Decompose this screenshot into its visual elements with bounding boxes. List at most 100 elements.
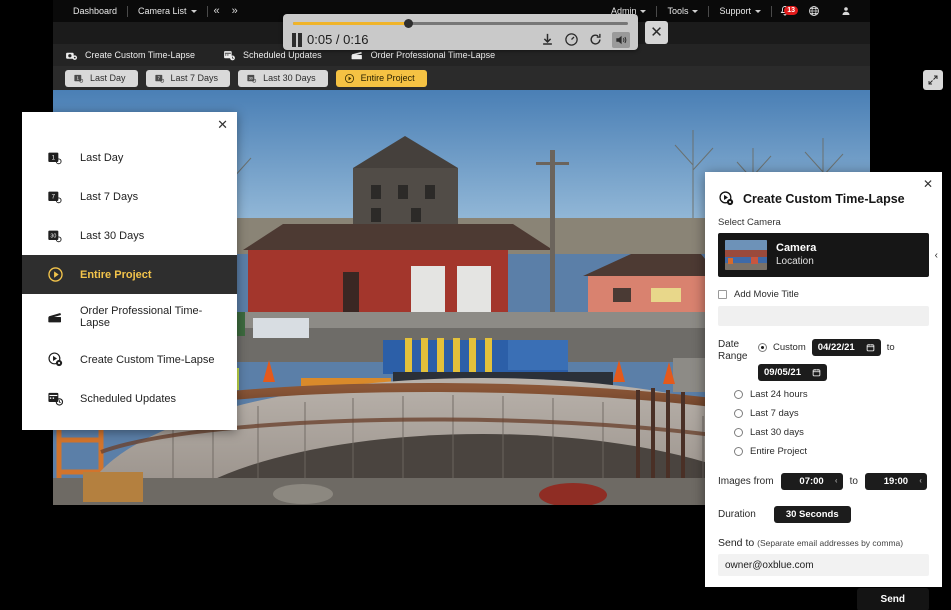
date-option-last-24-hours[interactable]: Last 24 hours <box>718 389 929 400</box>
menu-item-last-day-label: Last Day <box>80 151 124 164</box>
panel-close-button[interactable]: ✕ <box>923 178 933 190</box>
chevron-down-icon <box>692 9 699 13</box>
date-from-value: 04/22/21 <box>817 342 855 353</box>
playback-time-display: 0:05 / 0:16 <box>307 32 369 47</box>
calendar-1-icon: 1 <box>74 74 84 83</box>
menu-item-create-custom-time-lapse[interactable]: Create Custom Time-Lapse <box>22 340 237 379</box>
download-button[interactable] <box>540 32 555 47</box>
tab-last-day-label: Last Day <box>90 73 126 83</box>
date-range-controls: Custom 04/22/21 to 09/05/21 <box>758 339 929 381</box>
media-icon-group <box>540 31 630 48</box>
tab-last-30-days[interactable]: 30 Last 30 Days <box>238 69 328 87</box>
download-icon <box>543 33 552 45</box>
menu-item-last-30-days[interactable]: 30 Last 30 Days <box>22 216 237 255</box>
camera-selector-card[interactable]: Camera Location ‹ <box>718 233 938 277</box>
tab-entire-project[interactable]: Entire Project <box>335 69 427 87</box>
camera-info: Camera Location <box>776 242 816 268</box>
nav-item-camera-list[interactable]: Camera List <box>128 0 207 22</box>
chevron-down-icon <box>190 9 197 13</box>
send-button[interactable]: Send <box>856 588 929 610</box>
panel-title: Create Custom Time-Lapse <box>705 172 942 207</box>
radio-entire-project-label: Entire Project <box>750 446 808 457</box>
date-option-entire-project[interactable]: Entire Project <box>718 446 929 457</box>
radio-custom-date[interactable] <box>758 343 767 352</box>
add-movie-title-row: Add Movie Title <box>718 289 929 300</box>
notification-badge: 13 <box>784 6 798 15</box>
prev-camera-button[interactable]: « <box>208 5 226 17</box>
nav-item-support-label: Support <box>719 6 751 16</box>
play-circle-icon <box>44 266 66 283</box>
duration-select[interactable]: 30 Seconds <box>773 506 851 523</box>
menu-item-order-professional-time-lapse[interactable]: Order Professional Time-Lapse <box>22 294 237 340</box>
time-range-tab-strip: 1 Last Day 7 Last 7 Days 30 Last 30 Days… <box>53 66 870 90</box>
menu-item-last-7-days[interactable]: 7 Last 7 Days <box>22 177 237 216</box>
menu-close-button[interactable]: ✕ <box>217 118 228 131</box>
panel-body: Select Camera Camera Location ‹ Add Movi… <box>705 217 942 610</box>
email-recipients-input[interactable] <box>718 554 929 576</box>
date-to-label: to <box>886 342 895 353</box>
movie-title-input[interactable] <box>718 306 929 326</box>
radio-entire-project[interactable] <box>734 447 743 456</box>
toolbar-order-professional-time-lapse[interactable]: Order Professional Time-Lapse <box>350 49 495 62</box>
pause-button[interactable] <box>292 32 302 47</box>
fullscreen-expand-button[interactable] <box>923 70 943 90</box>
tab-last-7-days-label: Last 7 Days <box>170 73 219 83</box>
date-to-field[interactable]: 09/05/21 <box>758 364 827 381</box>
menu-item-scheduled-updates[interactable]: Scheduled Updates <box>22 379 237 418</box>
tab-last-day[interactable]: 1 Last Day <box>65 69 138 87</box>
menu-item-entire-project[interactable]: Entire Project <box>22 255 237 294</box>
radio-last-30-days[interactable] <box>734 428 743 437</box>
send-to-label: Send to <box>718 537 755 549</box>
radio-custom-label: Custom <box>773 342 806 353</box>
notifications-button[interactable]: 13 <box>772 5 798 17</box>
time-from-stepper-icon[interactable]: ‹ <box>835 476 838 485</box>
camera-thumbnail <box>725 240 767 270</box>
nav-item-support[interactable]: Support <box>709 0 771 22</box>
radio-last-7-days[interactable] <box>734 409 743 418</box>
clapperboard-icon <box>44 309 66 325</box>
play-gear-icon <box>719 191 734 206</box>
toolbar-scheduled-updates[interactable]: Scheduled Updates <box>223 49 322 62</box>
date-option-last-30-days[interactable]: Last 30 days <box>718 427 929 438</box>
nav-left-group: Dashboard Camera List « » <box>63 0 244 22</box>
date-option-last-7-days[interactable]: Last 7 days <box>718 408 929 419</box>
camera-collapse-chevron-icon[interactable]: ‹ <box>935 250 938 261</box>
media-bar-close-button[interactable]: ✕ <box>645 21 668 44</box>
radio-last-24-hours[interactable] <box>734 390 743 399</box>
calendar-clock-icon <box>224 50 235 60</box>
images-time-range-row: Images from 07:00 ‹ to 19:00 ‹ <box>718 473 929 490</box>
time-to-label: to <box>849 476 858 487</box>
menu-item-list: 1 Last Day 7 Last 7 Days 30 Last 30 Days… <box>22 138 237 418</box>
calendar-7-icon: 7 <box>44 189 66 205</box>
camera-location: Location <box>776 255 814 267</box>
menu-item-scheduled-updates-label: Scheduled Updates <box>80 392 177 405</box>
time-from-field[interactable]: 07:00 ‹ <box>780 473 843 490</box>
date-to-value: 09/05/21 <box>764 367 801 378</box>
camera-gear-icon <box>66 52 78 60</box>
tab-entire-project-label: Entire Project <box>360 73 415 83</box>
images-from-label: Images from <box>718 476 774 487</box>
language-button[interactable] <box>798 0 830 22</box>
menu-item-last-30-days-label: Last 30 Days <box>80 229 145 242</box>
progress-thumb[interactable] <box>403 19 413 28</box>
date-from-field[interactable]: 04/22/21 <box>811 339 881 356</box>
next-camera-button[interactable]: » <box>226 5 244 17</box>
fullscreen-expand-icon <box>928 75 938 85</box>
add-movie-title-checkbox[interactable] <box>718 290 727 299</box>
toolbar-create-custom-time-lapse[interactable]: Create Custom Time-Lapse <box>65 49 195 62</box>
tab-last-7-days[interactable]: 7 Last 7 Days <box>145 69 231 87</box>
nav-item-dashboard[interactable]: Dashboard <box>63 0 127 22</box>
playback-speed-button[interactable] <box>564 32 579 47</box>
volume-button[interactable] <box>612 31 630 48</box>
chevron-down-icon <box>640 9 647 13</box>
playback-progress-slider[interactable] <box>293 19 628 28</box>
time-to-stepper-icon[interactable]: ‹ <box>919 476 922 485</box>
time-to-field[interactable]: 19:00 ‹ <box>864 473 927 490</box>
radio-last-30-days-label: Last 30 days <box>750 427 804 438</box>
nav-item-tools[interactable]: Tools <box>657 0 708 22</box>
nav-item-tools-label: Tools <box>667 6 689 16</box>
menu-item-last-day[interactable]: 1 Last Day <box>22 138 237 177</box>
loop-button[interactable] <box>588 32 603 47</box>
user-account-button[interactable] <box>830 0 862 22</box>
nav-item-dashboard-label: Dashboard <box>73 6 118 16</box>
